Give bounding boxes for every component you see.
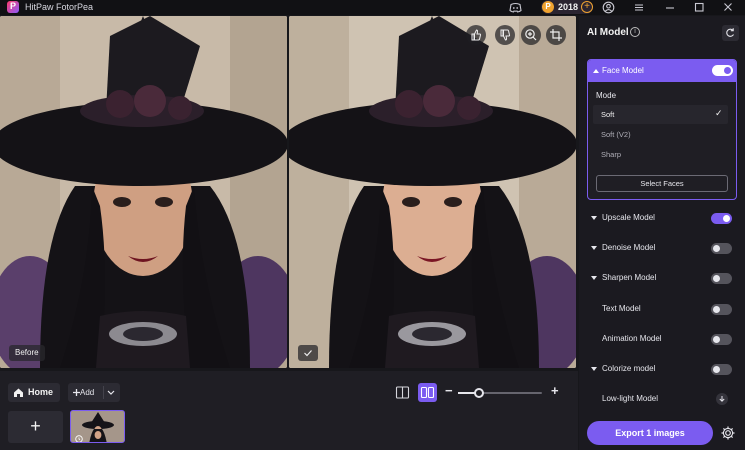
compare-view-button[interactable] xyxy=(418,383,437,402)
model-label: Low-light Model xyxy=(602,394,659,403)
menu-icon[interactable] xyxy=(632,1,646,14)
mode-option-label: Soft xyxy=(601,110,615,119)
model-toggle[interactable] xyxy=(711,364,732,375)
zoom-in-plus-icon[interactable]: + xyxy=(551,384,559,398)
model-label: Upscale Model xyxy=(602,213,655,222)
close-icon[interactable] xyxy=(721,1,735,14)
model-row-text-model[interactable]: Text Model xyxy=(587,300,737,318)
add-label: Add xyxy=(80,388,95,397)
model-toggle[interactable] xyxy=(711,304,732,315)
crop-icon[interactable] xyxy=(546,25,566,45)
mode-option-label: Soft (V2) xyxy=(601,130,631,139)
face-model-card: Face Model Mode Soft ✓ Soft (V2) Sharp S… xyxy=(587,59,737,200)
after-badge xyxy=(298,345,318,361)
mode-option-soft[interactable]: Soft ✓ xyxy=(593,105,728,124)
home-button[interactable]: Home xyxy=(8,383,60,402)
panel-title: AI Model xyxy=(587,27,629,38)
before-photo xyxy=(0,16,287,368)
chevron-down-icon[interactable] xyxy=(107,390,115,396)
expand-caret-icon[interactable] xyxy=(591,216,597,220)
download-icon[interactable] xyxy=(716,393,728,405)
image-thumbnail[interactable] xyxy=(70,410,125,443)
model-label: Colorize model xyxy=(602,364,656,373)
mode-label: Mode xyxy=(596,91,617,100)
info-icon[interactable]: i xyxy=(630,27,640,37)
points-coin-icon: P xyxy=(542,1,554,13)
refresh-icon xyxy=(726,28,734,37)
mode-option-label: Sharp xyxy=(601,150,622,159)
ai-model-panel: AI Model i Face Model Mode Soft ✓ Soft (… xyxy=(579,16,745,450)
model-row-sharpen-model[interactable]: Sharpen Model xyxy=(587,269,737,287)
expand-caret-icon[interactable] xyxy=(591,367,597,371)
model-row-low-light-model[interactable]: Low-light Model xyxy=(587,390,737,408)
model-toggle[interactable] xyxy=(711,273,732,284)
title-bar: HitPaw FotorPea P 2018 + xyxy=(0,0,745,15)
model-row-colorize-model[interactable]: Colorize model xyxy=(587,360,737,378)
home-label: Home xyxy=(28,387,54,397)
bottom-bar: Home Add + − + xyxy=(0,371,578,450)
expand-caret-icon[interactable] xyxy=(591,276,597,280)
expand-caret-icon[interactable] xyxy=(591,246,597,250)
model-toggle[interactable] xyxy=(711,213,732,224)
add-image-tile[interactable]: + xyxy=(8,411,63,443)
select-faces-button[interactable]: Select Faces xyxy=(596,175,728,192)
model-toggle[interactable] xyxy=(711,334,732,345)
app-logo xyxy=(7,1,19,13)
model-label: Sharpen Model xyxy=(602,273,657,282)
face-model-header[interactable]: Face Model xyxy=(588,60,736,82)
model-label: Text Model xyxy=(602,304,641,313)
checkmark-icon: ✓ xyxy=(715,108,723,118)
add-points-icon[interactable]: + xyxy=(581,1,593,13)
after-photo xyxy=(289,16,576,368)
collapse-caret-icon[interactable] xyxy=(593,69,599,73)
face-model-toggle[interactable] xyxy=(712,65,733,76)
model-row-animation-model[interactable]: Animation Model xyxy=(587,330,737,348)
zoom-slider[interactable] xyxy=(458,388,542,398)
add-button[interactable]: Add xyxy=(68,383,120,402)
zoom-slider-handle[interactable] xyxy=(474,388,484,398)
export-button[interactable]: Export 1 images xyxy=(587,421,713,445)
zoom-in-icon[interactable] xyxy=(521,25,541,45)
points-value: 2018 xyxy=(558,2,579,12)
single-view-button[interactable] xyxy=(393,383,412,402)
account-icon[interactable] xyxy=(601,1,615,14)
thumbs-down-icon[interactable] xyxy=(495,25,515,45)
model-row-upscale-model[interactable]: Upscale Model xyxy=(587,209,737,227)
mode-option-sharp[interactable]: Sharp xyxy=(593,145,728,164)
model-row-denoise-model[interactable]: Denoise Model xyxy=(587,239,737,257)
maximize-icon[interactable] xyxy=(692,1,706,14)
split-view-icon xyxy=(395,386,410,399)
add-divider xyxy=(103,386,104,399)
home-icon xyxy=(14,388,23,397)
app-title: HitPaw FotorPea xyxy=(25,2,94,12)
side-by-side-icon xyxy=(420,386,435,399)
mode-option-soft-v2[interactable]: Soft (V2) xyxy=(593,125,728,144)
before-badge: Before xyxy=(9,345,45,361)
points-badge[interactable]: P 2018 + xyxy=(541,0,593,14)
thumbs-up-icon[interactable] xyxy=(466,25,486,45)
model-toggle[interactable] xyxy=(711,243,732,254)
after-preview[interactable] xyxy=(289,16,576,368)
model-label: Animation Model xyxy=(602,334,662,343)
face-model-label: Face Model xyxy=(602,66,644,75)
minimize-icon[interactable] xyxy=(663,1,677,14)
zoom-out-icon[interactable]: − xyxy=(445,384,453,398)
model-label: Denoise Model xyxy=(602,243,656,252)
reset-button[interactable] xyxy=(722,25,739,41)
gear-icon xyxy=(721,426,735,440)
before-preview[interactable]: Before xyxy=(0,16,287,368)
settings-button[interactable] xyxy=(719,424,737,442)
discord-icon[interactable] xyxy=(508,1,522,14)
